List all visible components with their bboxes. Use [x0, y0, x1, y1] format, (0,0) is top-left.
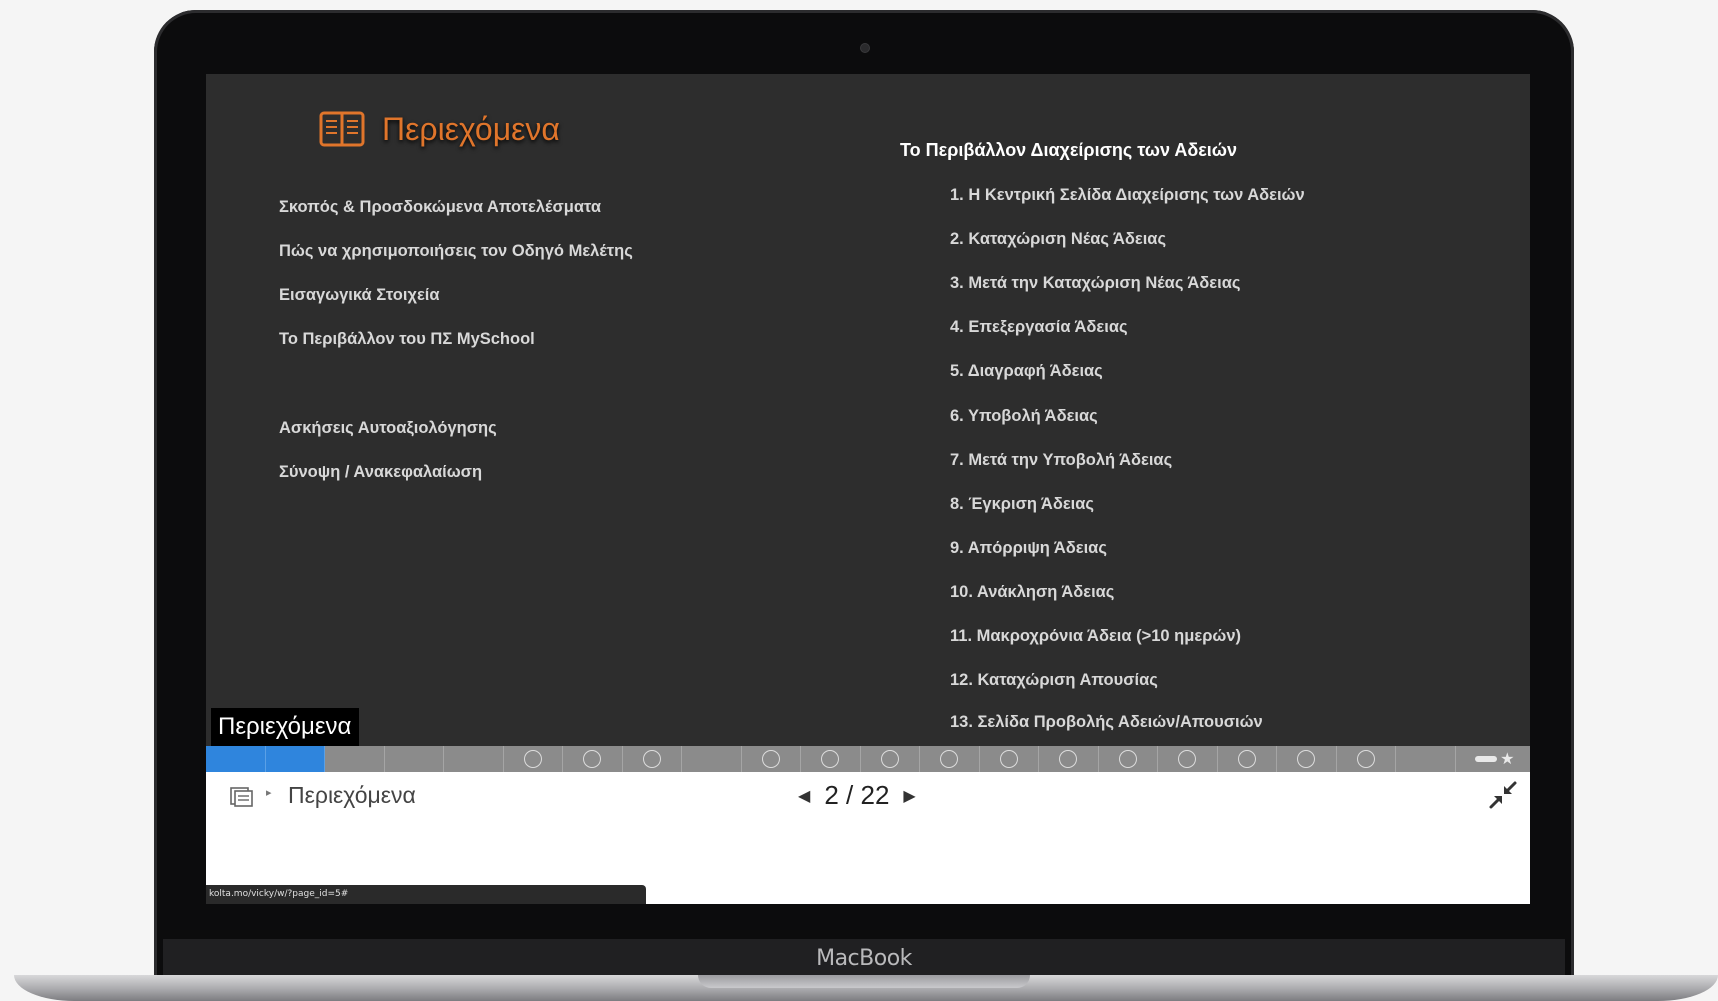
progress-segment[interactable]	[1277, 746, 1337, 772]
progress-segment[interactable]	[1158, 746, 1218, 772]
toc-link-exercises[interactable]: Ασκήσεις Αυτοαξιολόγησης	[279, 419, 497, 438]
toc-link-9[interactable]: 9. Απόρριψη Άδειας	[950, 539, 1107, 558]
toc-link-5[interactable]: 5. Διαγραφή Άδειας	[950, 362, 1103, 381]
progress-segment[interactable]	[444, 746, 504, 772]
prev-arrow-icon[interactable]: ◀	[798, 786, 810, 805]
progress-segment[interactable]	[265, 746, 325, 772]
slide: Περιεχόμενα Σκοπός & Προσδοκώμενα Αποτελ…	[206, 74, 1530, 746]
circle-icon	[642, 750, 661, 768]
status-url: kolta.mo/vicky/w/?page_id=5#	[206, 885, 646, 904]
circle-icon	[1059, 750, 1078, 768]
progress-strip[interactable]: ★	[206, 746, 1530, 772]
bar-icon	[1475, 756, 1498, 762]
progress-segment[interactable]	[920, 746, 980, 772]
toc-link-6[interactable]: 6. Υποβολή Άδειας	[950, 407, 1098, 426]
breadcrumb-label[interactable]: Περιεχόμενα	[288, 782, 416, 809]
progress-segment[interactable]	[1337, 746, 1396, 772]
progress-segment[interactable]	[1218, 746, 1277, 772]
progress-segment[interactable]	[861, 746, 920, 772]
toc-link-3[interactable]: 3. Μετά την Καταχώριση Νέας Άδειας	[950, 274, 1240, 293]
toc-header: Περιεχόμενα	[318, 110, 560, 148]
progress-segment[interactable]	[206, 746, 266, 772]
page-separator: /	[846, 780, 854, 810]
circle-icon	[880, 750, 899, 768]
toc-link-8[interactable]: 8. Έγκριση Άδειας	[950, 495, 1094, 514]
camera	[861, 44, 869, 52]
toc-link-10[interactable]: 10. Ανάκληση Άδειας	[950, 583, 1114, 602]
toc-link-1[interactable]: 1. Η Κεντρική Σελίδα Διαχείρισης των Αδε…	[950, 186, 1305, 205]
toc-link-7[interactable]: 7. Μετά την Υποβολή Άδειας	[950, 451, 1172, 470]
favorite-control[interactable]: ★	[1475, 749, 1515, 768]
toc-link-12[interactable]: 12. Καταχώριση Απουσίας	[950, 671, 1158, 690]
progress-segment[interactable]	[742, 746, 801, 772]
toc-section-heading[interactable]: Το Περιβάλλον Διαχείρισης των Αδειών	[900, 140, 1237, 161]
next-arrow-icon[interactable]: ▶	[903, 786, 915, 805]
toc-link-11[interactable]: 11. Μακροχρόνια Άδεια (>10 ημερών)	[950, 627, 1241, 646]
pager: ◀ 2 / 22 ▶	[798, 780, 916, 811]
toc-link-myschool[interactable]: Το Περιβάλλον του ΠΣ MySchool	[279, 330, 535, 349]
toc-link-4[interactable]: 4. Επεξεργασία Άδειας	[950, 318, 1128, 337]
laptop-notch	[698, 975, 1030, 988]
toc-link-purpose[interactable]: Σκοπός & Προσδοκώμενα Αποτελέσματα	[279, 198, 601, 217]
progress-segment[interactable]	[1396, 746, 1456, 772]
circle-icon	[1237, 750, 1256, 768]
progress-segment[interactable]	[682, 746, 742, 772]
circle-icon	[583, 750, 602, 768]
circle-icon	[940, 750, 959, 768]
circle-icon	[761, 750, 780, 768]
progress-segment[interactable]	[563, 746, 623, 772]
page-current: 2	[824, 780, 839, 810]
screen: Περιεχόμενα Σκοπός & Προσδοκώμενα Αποτελ…	[206, 74, 1530, 904]
progress-segment[interactable]	[504, 746, 563, 772]
progress-segment[interactable]	[325, 746, 385, 772]
circle-icon	[821, 750, 840, 768]
circle-icon	[1297, 750, 1316, 768]
breadcrumb-arrow-icon: ▸	[266, 786, 272, 799]
circle-icon	[1118, 750, 1137, 768]
toc-link-intro[interactable]: Εισαγωγικά Στοιχεία	[279, 286, 440, 305]
progress-segment[interactable]	[1039, 746, 1099, 772]
progress-segment[interactable]	[623, 746, 682, 772]
shrink-icon[interactable]	[1488, 780, 1518, 810]
page-total: 22	[860, 780, 890, 810]
page-counter: 2 / 22	[824, 780, 889, 811]
circle-icon	[1356, 750, 1375, 768]
progress-segment[interactable]	[385, 746, 444, 772]
book-icon	[319, 111, 365, 147]
circle-icon	[999, 750, 1018, 768]
toc-link-2[interactable]: 2. Καταχώριση Νέας Άδειας	[950, 230, 1166, 249]
page-label: Περιεχόμενα	[211, 708, 360, 746]
progress-segment[interactable]	[801, 746, 861, 772]
progress-end-segment[interactable]: ★	[1456, 746, 1527, 772]
star-icon: ★	[1500, 749, 1515, 768]
toc-link-13[interactable]: 13. Σελίδα Προβολής Αδειών/Απουσιών	[950, 713, 1263, 732]
toc-link-summary[interactable]: Σύνοψη / Ανακεφαλαίωση	[279, 463, 482, 482]
laptop-brand: MacBook	[816, 946, 912, 971]
toc-link-guide[interactable]: Πώς να χρησιμοποιήσεις τον Οδηγό Μελέτης	[279, 242, 633, 261]
progress-segment[interactable]	[980, 746, 1039, 772]
progress-segment[interactable]	[1099, 746, 1158, 772]
circle-icon	[523, 750, 542, 768]
toc-menu-icon[interactable]	[230, 785, 254, 807]
circle-icon	[1178, 750, 1197, 768]
toc-title: Περιεχόμενα	[382, 110, 560, 147]
